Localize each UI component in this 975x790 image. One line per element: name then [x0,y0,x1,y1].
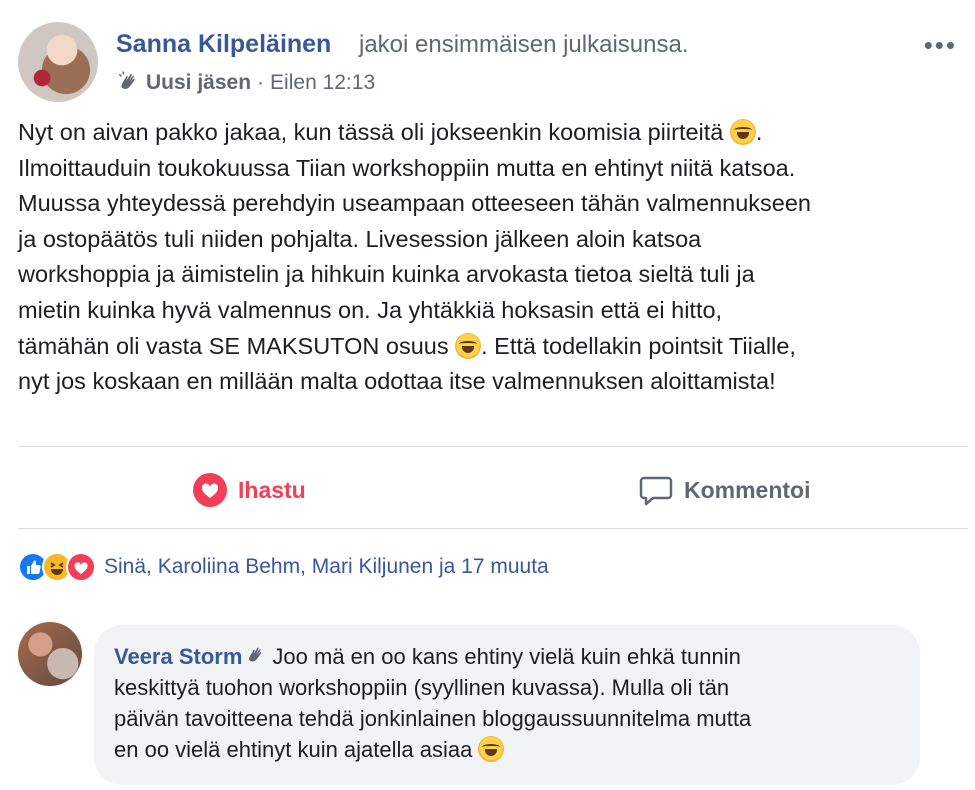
post-line-8: nyt jos koskaan en millään malta odottaa… [18,368,776,395]
post-meta: Uusi jäsen · Eilen 12:13 [116,70,375,96]
reactions-summary[interactable]: Sinä, Karoliina Behm, Mari Kiljunen ja 1… [18,552,549,582]
post-line-1-end: . [755,119,763,145]
comment-button[interactable]: Kommentoi [638,470,811,510]
laughing-emoji-icon [478,736,505,762]
comment-line-1: Joo mä en oo kans ehtiny vielä kuin ehkä… [272,644,741,669]
comment-line-3: päivän tavoitteena tehdä jonkinlainen bl… [114,706,752,731]
post-line-5: workshoppia ja äimistelin ja hihkuin kui… [18,261,755,288]
comment-text: Veera Storm Joo mä en oo kans ehtiny viel… [114,641,900,765]
love-button-label: Ihastu [238,476,306,503]
comment-bubble: Veera Storm Joo mä en oo kans ehtiny viel… [94,625,920,785]
comment-author[interactable]: Veera Storm [114,644,242,669]
love-button[interactable]: Ihastu [192,470,306,510]
divider-top [18,446,968,447]
author-avatar[interactable] [18,22,98,102]
post-line-6: mietin kuinka hyvä valmennus on. Ja yhtä… [18,296,723,323]
wave-hand-icon [119,71,135,89]
post-action-text: jakoi ensimmäisen julkaisunsa. [359,31,689,58]
new-member-badge: Uusi jäsen [146,71,252,94]
laughing-emoji-icon [455,332,482,359]
commenter-avatar[interactable] [18,622,82,686]
comment-icon [639,476,673,506]
reactions-summary-text[interactable]: Sinä, Karoliina Behm, Mari Kiljunen ja 1… [104,555,549,579]
post-text: Nyt on aivan pakko jakaa, kun tässä oli … [18,115,968,400]
heart-icon [193,473,227,507]
post-time[interactable]: Eilen 12:13 [270,71,375,95]
post-line-7: tämähän oli vasta SE MAKSUTON osuus [18,332,449,359]
wave-hand-icon [249,647,262,662]
more-options-icon[interactable]: ••• [924,30,957,61]
post-line-4: ja ostopäätös tuli niiden pohjalta. Live… [18,225,702,252]
post-line-2: Ilmoittauduin toukokuussa Tiian workshop… [18,154,796,181]
post-line-3: Muussa yhteydessä perehdyin useampaan ot… [18,190,811,217]
post-line-7-end: . Että todellakin pointsit Tiialle, [481,332,796,359]
divider-bottom [18,528,968,529]
comment-button-label: Kommentoi [684,476,811,503]
laughing-emoji-icon [729,119,756,145]
author-name[interactable]: Sanna Kilpeläinen [116,30,331,59]
love-reaction-icon [66,552,96,582]
comment-line-4: en oo vielä ehtinyt kuin ajatella asiaa [114,737,473,762]
comment-line-2: keskittyä tuohon workshoppiin (syyllinen… [114,675,730,700]
meta-separator: · [257,71,265,94]
post-line-1: Nyt on aivan pakko jakaa, kun tässä oli … [18,119,724,145]
